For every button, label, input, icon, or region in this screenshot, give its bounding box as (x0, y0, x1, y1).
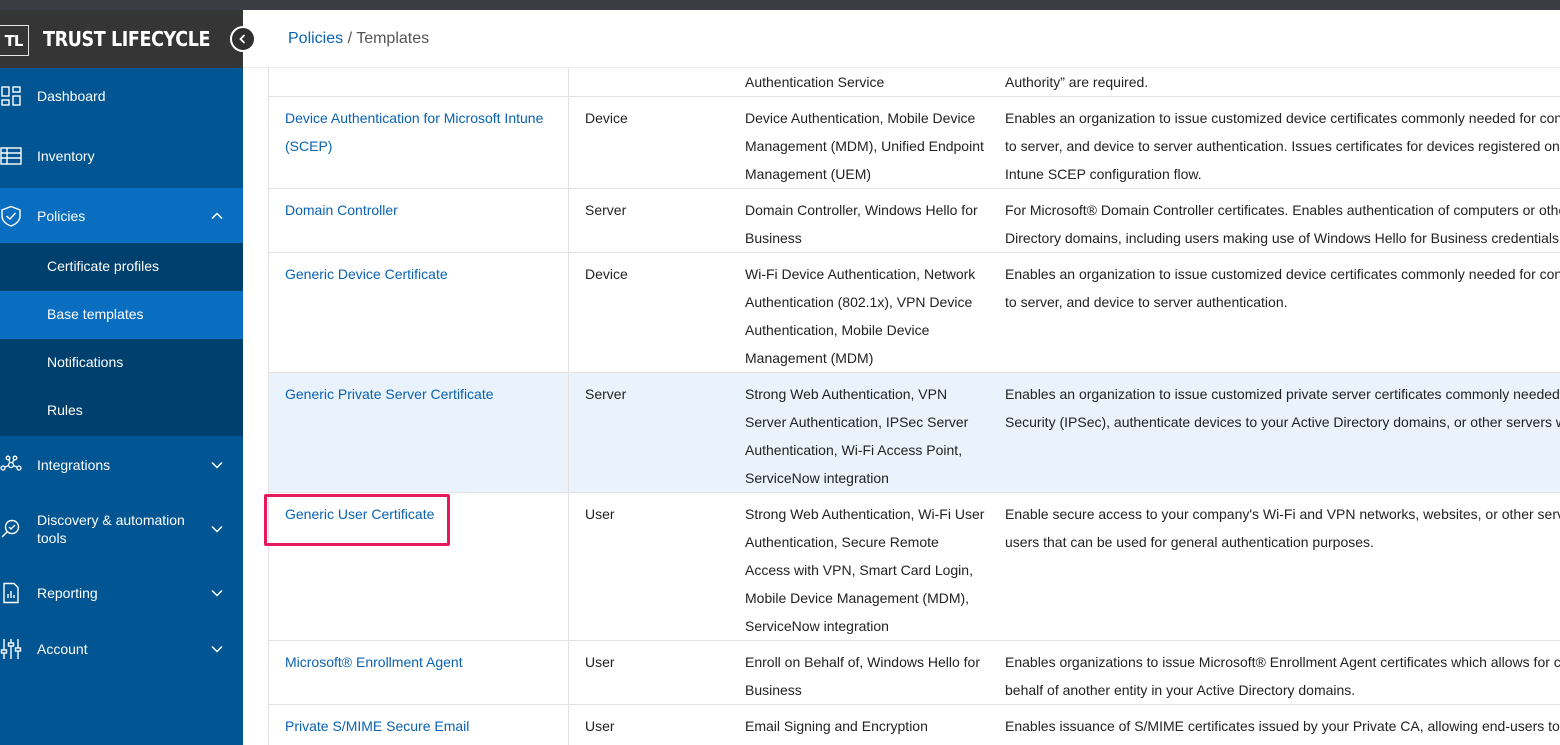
cell-use: Authentication Service (745, 74, 885, 90)
cell-description: Enable secure access to your company's W… (1005, 506, 1560, 550)
template-link[interactable]: Microsoft® Enrollment Agent (285, 641, 555, 676)
table-row: Generic Device Certificate Device Wi-Fi … (269, 253, 1560, 373)
subnav-certificate-profiles[interactable]: Certificate profiles (0, 243, 243, 291)
cell-type: User (585, 654, 615, 670)
chevron-up-icon (211, 212, 223, 220)
report-icon (3, 582, 19, 604)
template-link[interactable]: Device Authentication for Microsoft Intu… (285, 97, 555, 160)
column-divider (568, 68, 569, 745)
page-header: Policies / Templates (243, 10, 1560, 68)
cell-use: Wi-Fi Device Authentication, Network Aut… (745, 266, 976, 366)
policies-submenu: Certificate profiles Base templates Noti… (0, 243, 243, 436)
sidebar-item-label: Integrations (37, 457, 111, 473)
cell-description: Enables an organization to issue customi… (1005, 386, 1560, 430)
cell-use: Enroll on Behalf of, Windows Hello for B… (745, 654, 980, 698)
discovery-icon (1, 519, 20, 538)
subnav-label: Certificate profiles (47, 258, 160, 274)
cell-type: User (585, 718, 615, 734)
cell-description: For Microsoft® Domain Controller certifi… (1005, 202, 1560, 246)
table-row: Authentication Service Authority” are re… (269, 68, 1560, 97)
cell-type: User (585, 506, 615, 522)
table-row: Generic User Certificate User Strong Web… (269, 493, 1560, 641)
sidebar-item-label: Reporting (37, 585, 98, 601)
breadcrumb-policies-link[interactable]: Policies (288, 30, 343, 47)
sidebar-item-label: Dashboard (37, 88, 106, 104)
subnav-base-templates[interactable]: Base templates (0, 291, 243, 339)
sidebar-item-label: Inventory (37, 148, 95, 164)
cell-use: Domain Controller, Windows Hello for Bus… (745, 202, 978, 246)
annotation-highlight-box (264, 494, 450, 546)
shield-icon (1, 205, 21, 227)
cell-type: Server (585, 386, 627, 402)
collapse-sidebar-button[interactable] (230, 26, 256, 52)
main-content: Policies / Templates Authentication Serv… (243, 10, 1560, 745)
inventory-icon (0, 147, 22, 165)
template-link[interactable]: Generic Device Certificate (285, 253, 555, 288)
sidebar-item-account[interactable]: Account (0, 621, 243, 677)
chevron-down-icon (211, 645, 223, 653)
sliders-icon (0, 639, 22, 659)
sidebar-item-label: Policies (37, 207, 86, 224)
subnav-label: Rules (47, 402, 83, 418)
cell-type: Device (585, 266, 628, 282)
brand-logo: TL (0, 25, 29, 56)
cell-type: Device (585, 110, 628, 126)
integrations-icon (0, 455, 22, 471)
chevron-down-icon (211, 461, 223, 469)
template-link[interactable]: Generic Private Server Certificate (285, 373, 555, 408)
sidebar-item-reporting[interactable]: Reporting (0, 565, 243, 621)
brand-name: TRUST LIFECYCLE (43, 27, 211, 51)
cell-use: Strong Web Authentication, VPN Server Au… (745, 386, 969, 486)
chevron-left-icon (239, 34, 246, 44)
subnav-rules[interactable]: Rules (0, 387, 243, 435)
subnav-label: Notifications (47, 354, 124, 370)
table-row: Domain Controller Server Domain Controll… (269, 189, 1560, 253)
breadcrumb-separator: / (343, 30, 357, 47)
sidebar: Dashboard Inventory Policies Certificate… (0, 68, 243, 745)
cell-use: Device Authentication, Mobile Device Man… (745, 110, 984, 182)
sidebar-item-label: Account (37, 641, 88, 657)
chevron-down-icon (211, 589, 223, 597)
sidebar-item-policies[interactable]: Policies (0, 188, 243, 243)
cell-use: Strong Web Authentication, Wi-Fi User Au… (745, 506, 985, 634)
subnav-label: Base templates (47, 306, 144, 322)
sidebar-item-label: Discovery & automation tools (37, 512, 185, 546)
table-row: Private S/MIME Secure Email User Email S… (269, 705, 1560, 745)
sidebar-item-dashboard[interactable]: Dashboard (0, 68, 243, 124)
cell-description: Enables an organization to issue customi… (1005, 110, 1560, 182)
subnav-notifications[interactable]: Notifications (0, 339, 243, 387)
cell-description: Authority” are required. (1005, 74, 1149, 90)
brand-bar: TL TRUST LIFECYCLE (0, 10, 243, 68)
table-row: Device Authentication for Microsoft Intu… (269, 97, 1560, 189)
cell-use: Email Signing and Encryption (745, 718, 928, 734)
chevron-down-icon (211, 525, 223, 533)
table-row: Generic Private Server Certificate Serve… (269, 373, 1560, 493)
templates-table: Authentication Service Authority” are re… (268, 68, 1560, 745)
breadcrumb-current: Templates (356, 30, 430, 47)
template-link[interactable]: Domain Controller (285, 189, 555, 224)
cell-description: Enables an organization to issue customi… (1005, 266, 1560, 310)
cell-description: Enables issuance of S/MIME certificates … (1005, 718, 1560, 734)
template-link[interactable]: Private S/MIME Secure Email (285, 705, 555, 740)
cell-type: Server (585, 202, 627, 218)
sidebar-item-integrations[interactable]: Integrations (0, 437, 243, 493)
cell-description: Enables organizations to issue Microsoft… (1005, 654, 1560, 698)
sidebar-item-discovery[interactable]: Discovery & automation tools (0, 493, 243, 565)
dashboard-icon (1, 86, 21, 106)
breadcrumb: Policies / Templates (288, 30, 429, 48)
sidebar-item-inventory[interactable]: Inventory (0, 124, 243, 188)
table-row: Microsoft® Enrollment Agent User Enroll … (269, 641, 1560, 705)
